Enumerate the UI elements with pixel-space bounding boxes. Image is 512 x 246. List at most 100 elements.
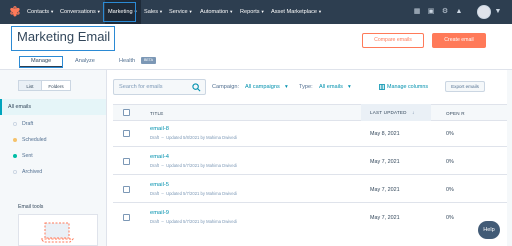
row-checkbox[interactable] (123, 158, 130, 165)
open-rate-value: 0% (446, 159, 454, 165)
create-email-button[interactable]: Create email (432, 33, 486, 48)
table-header: TITLE OPEN R (113, 104, 512, 121)
nav-automation[interactable]: Automation▼ (200, 0, 233, 24)
nav-label: Reports (240, 9, 260, 15)
row-checkbox[interactable] (123, 130, 130, 137)
chevron-down-icon: ▼ (159, 9, 163, 14)
email-meta: Draft – Updated 5/7/2021 by Mahima Dwive… (150, 163, 237, 168)
nav-conversations[interactable]: Conversations▼ (60, 0, 101, 24)
chevron-down-icon: ▼ (96, 9, 101, 14)
nav-label: Service (169, 9, 188, 15)
marketplace-icon[interactable]: ▣ (427, 8, 435, 16)
beta-badge: BETA (141, 57, 156, 64)
nav-highlight-box (103, 2, 136, 22)
nav-sales[interactable]: Sales▼ (144, 0, 163, 24)
laptop-illustration-icon (39, 222, 75, 243)
sidebar-item-scheduled[interactable]: Scheduled (22, 137, 47, 143)
sidebar-item-archived[interactable]: Archived (22, 169, 42, 175)
nav-label: Asset Marketplace (271, 9, 318, 15)
nav-label: Contacts (27, 9, 50, 15)
draft-status: Draft (150, 219, 160, 224)
campaign-filter-label: Campaign: (212, 84, 240, 90)
row-checkbox[interactable] (123, 214, 130, 221)
email-name-link[interactable]: email-8 (150, 126, 169, 132)
sent-status-dot (13, 154, 17, 158)
sidebar-item-sent[interactable]: Sent (22, 153, 33, 159)
email-name-link[interactable]: email-9 (150, 210, 169, 216)
last-updated-date: May 7, 2021 (370, 159, 400, 165)
tab-highlight-box (19, 56, 63, 68)
export-emails-button[interactable]: Export emails (445, 81, 485, 92)
open-rate-value: 0% (446, 187, 454, 193)
column-header-title[interactable]: TITLE (150, 111, 164, 116)
nav-asset-marketplace[interactable]: Asset Marketplace▼ (271, 0, 322, 24)
table-row[interactable]: email-4 Draft – Updated 5/7/2021 by Mahi… (113, 149, 512, 175)
email-meta: Draft – Updated 5/7/2021 by Mahima Dwive… (150, 191, 237, 196)
chevron-down-icon: ▼ (50, 9, 55, 14)
updated-text: Updated 5/7/2021 by Mahima Dwivedi (166, 191, 237, 196)
settings-icon[interactable]: ⚙ (441, 8, 449, 16)
updated-text: Updated 5/8/2021 by Mahima Dwivedi (166, 135, 237, 140)
updated-text: Updated 5/7/2021 by Mahima Dwivedi (166, 219, 237, 224)
email-name-link[interactable]: email-5 (150, 182, 169, 188)
sidebar-item-label: All emails (8, 104, 32, 110)
column-header-last-updated[interactable]: LAST UPDATED (370, 110, 407, 115)
archived-status-dot (13, 170, 17, 174)
chevron-down-icon[interactable]: ▾ (348, 84, 351, 90)
last-updated-date: May 7, 2021 (370, 187, 400, 193)
column-header-open-rate[interactable]: OPEN R (446, 111, 465, 116)
email-meta: Draft – Updated 5/7/2021 by Mahima Dwive… (150, 219, 237, 224)
search-icon (192, 83, 201, 92)
search-placeholder: Search for emails (119, 84, 163, 90)
nav-label: Conversations (60, 9, 96, 15)
chevron-down-icon: ▼ (188, 9, 193, 14)
email-meta: Draft – Updated 5/8/2021 by Mahima Dwive… (150, 135, 237, 140)
email-tools-card[interactable] (18, 214, 98, 246)
draft-status-dot (13, 122, 17, 126)
chevron-down-icon: ▼ (229, 9, 234, 14)
sorted-column-background: LAST UPDATED ↓ (361, 104, 431, 121)
bell-icon[interactable]: ▲ (455, 8, 463, 16)
top-nav: ✾ Contacts▼ Conversations▼ Marketing▼ Sa… (0, 0, 512, 24)
grid-icon[interactable]: ▦ (413, 8, 421, 16)
campaign-filter-dropdown[interactable]: All campaigns (245, 84, 280, 90)
chevron-down-icon[interactable]: ▾ (285, 84, 288, 90)
table-row[interactable]: email-9 Draft – Updated 5/7/2021 by Mahi… (113, 205, 512, 246)
search-input[interactable]: Search for emails (113, 79, 206, 95)
scrollbar[interactable] (507, 70, 512, 246)
nav-service[interactable]: Service▼ (169, 0, 193, 24)
sidebar-item-draft[interactable]: Draft (22, 121, 33, 127)
last-updated-date: May 7, 2021 (370, 215, 400, 221)
row-checkbox[interactable] (123, 186, 130, 193)
type-filter-dropdown[interactable]: All emails (319, 84, 343, 90)
chevron-down-icon[interactable]: ▼ (494, 8, 502, 16)
nav-reports[interactable]: Reports▼ (240, 0, 265, 24)
chevron-down-icon: ▼ (260, 9, 265, 14)
type-filter-label: Type: (299, 84, 313, 90)
nav-contacts[interactable]: Contacts▼ (27, 0, 54, 24)
list-view-toggle[interactable]: List (18, 80, 42, 91)
select-all-checkbox[interactable] (123, 109, 130, 116)
tab-analyze[interactable]: Analyze (75, 58, 95, 64)
avatar[interactable] (477, 5, 491, 19)
sidebar-item-all-emails[interactable]: All emails (0, 99, 106, 115)
table-row[interactable]: email-8 Draft – Updated 5/8/2021 by Mahi… (113, 121, 512, 147)
sort-arrow-icon[interactable]: ↓ (412, 110, 415, 115)
updated-text: Updated 5/7/2021 by Mahima Dwivedi (166, 163, 237, 168)
nav-label: Sales (144, 9, 158, 15)
help-button[interactable]: Help (478, 221, 500, 239)
hubspot-logo-icon[interactable]: ✾ (8, 5, 22, 19)
manage-columns-link[interactable]: Manage columns (387, 84, 428, 90)
tab-health[interactable]: Health (119, 58, 135, 64)
table-row[interactable]: email-5 Draft – Updated 5/7/2021 by Mahi… (113, 177, 512, 203)
draft-status: Draft (150, 163, 160, 168)
email-tools-heading: Email tools (18, 204, 44, 210)
page-title: Marketing Email (17, 29, 111, 44)
compare-emails-button[interactable]: Compare emails (362, 33, 424, 48)
columns-icon (379, 84, 385, 90)
draft-status: Draft (150, 135, 160, 140)
scheduled-status-dot (13, 138, 17, 142)
folders-view-toggle[interactable]: Folders (41, 80, 71, 91)
chevron-down-icon: ▼ (318, 9, 322, 14)
email-name-link[interactable]: email-4 (150, 154, 169, 160)
